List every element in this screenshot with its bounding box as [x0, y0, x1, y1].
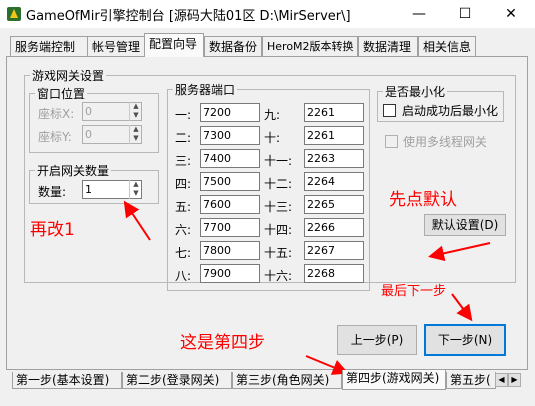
- arrow-to-next-button: [451, 293, 473, 322]
- annotation-arrows: [123, 200, 491, 375]
- tab-config-wizard[interactable]: 配置向导: [144, 33, 204, 57]
- arrow-to-default-button: [428, 242, 491, 262]
- arrow-to-gate-count: [123, 200, 151, 241]
- arrow-to-step4-tab: [305, 355, 349, 375]
- tab-step-4[interactable]: 第四步(游戏网关): [342, 370, 446, 390]
